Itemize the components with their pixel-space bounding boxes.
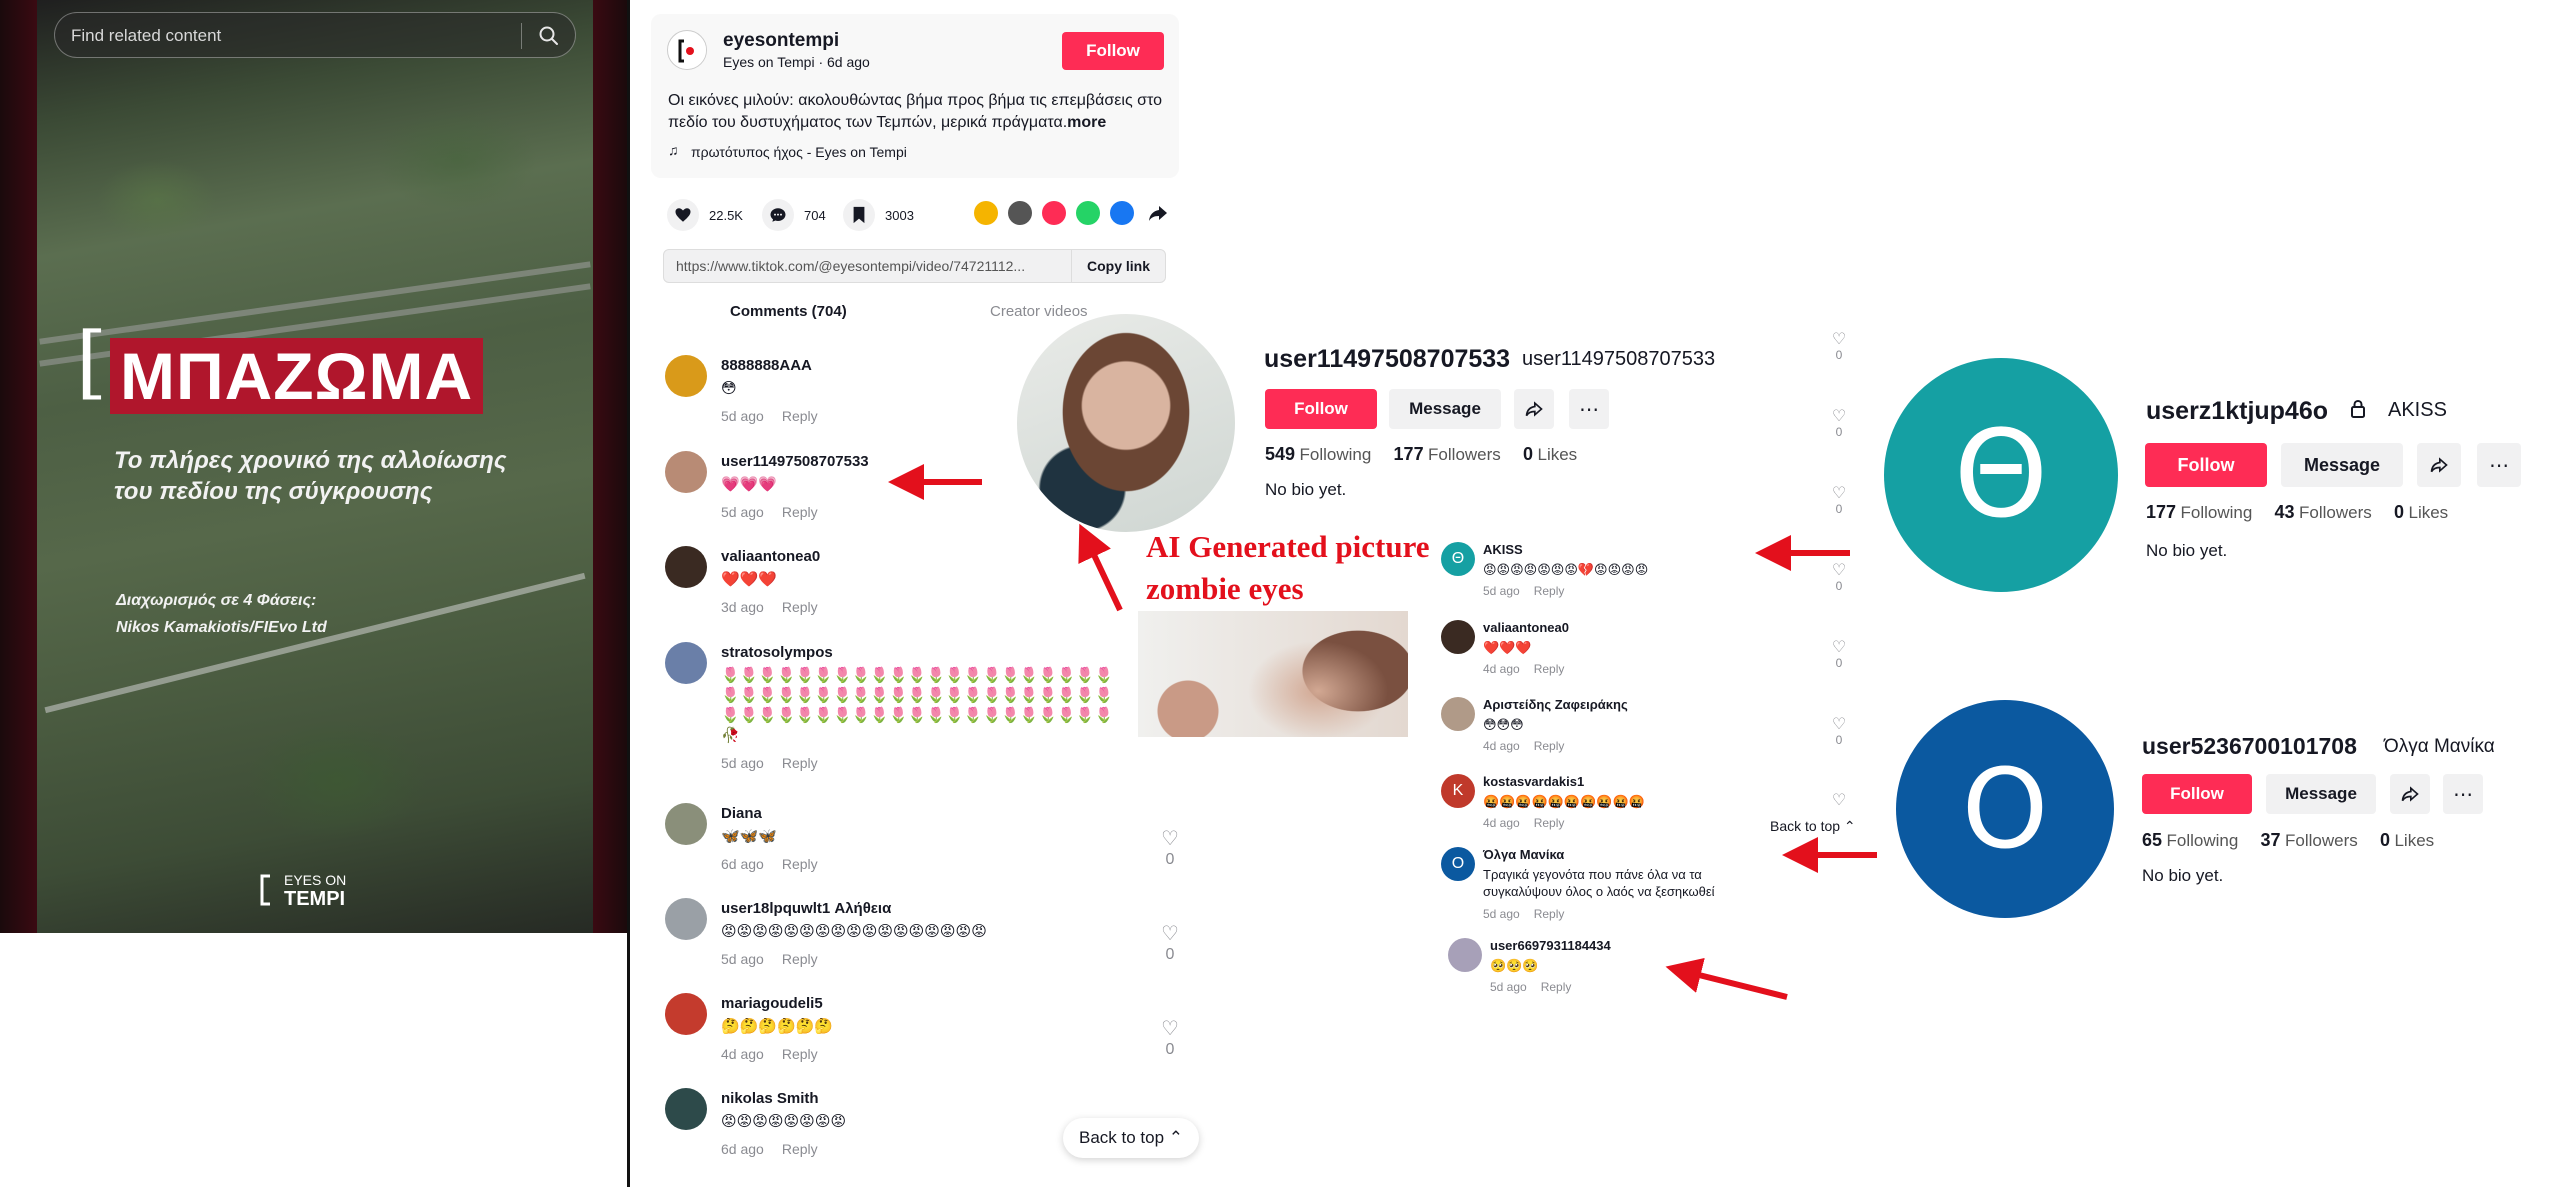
arrow (1665, 957, 1788, 1000)
arrow (1078, 523, 1123, 612)
annotation-arrows (888, 464, 1877, 1000)
